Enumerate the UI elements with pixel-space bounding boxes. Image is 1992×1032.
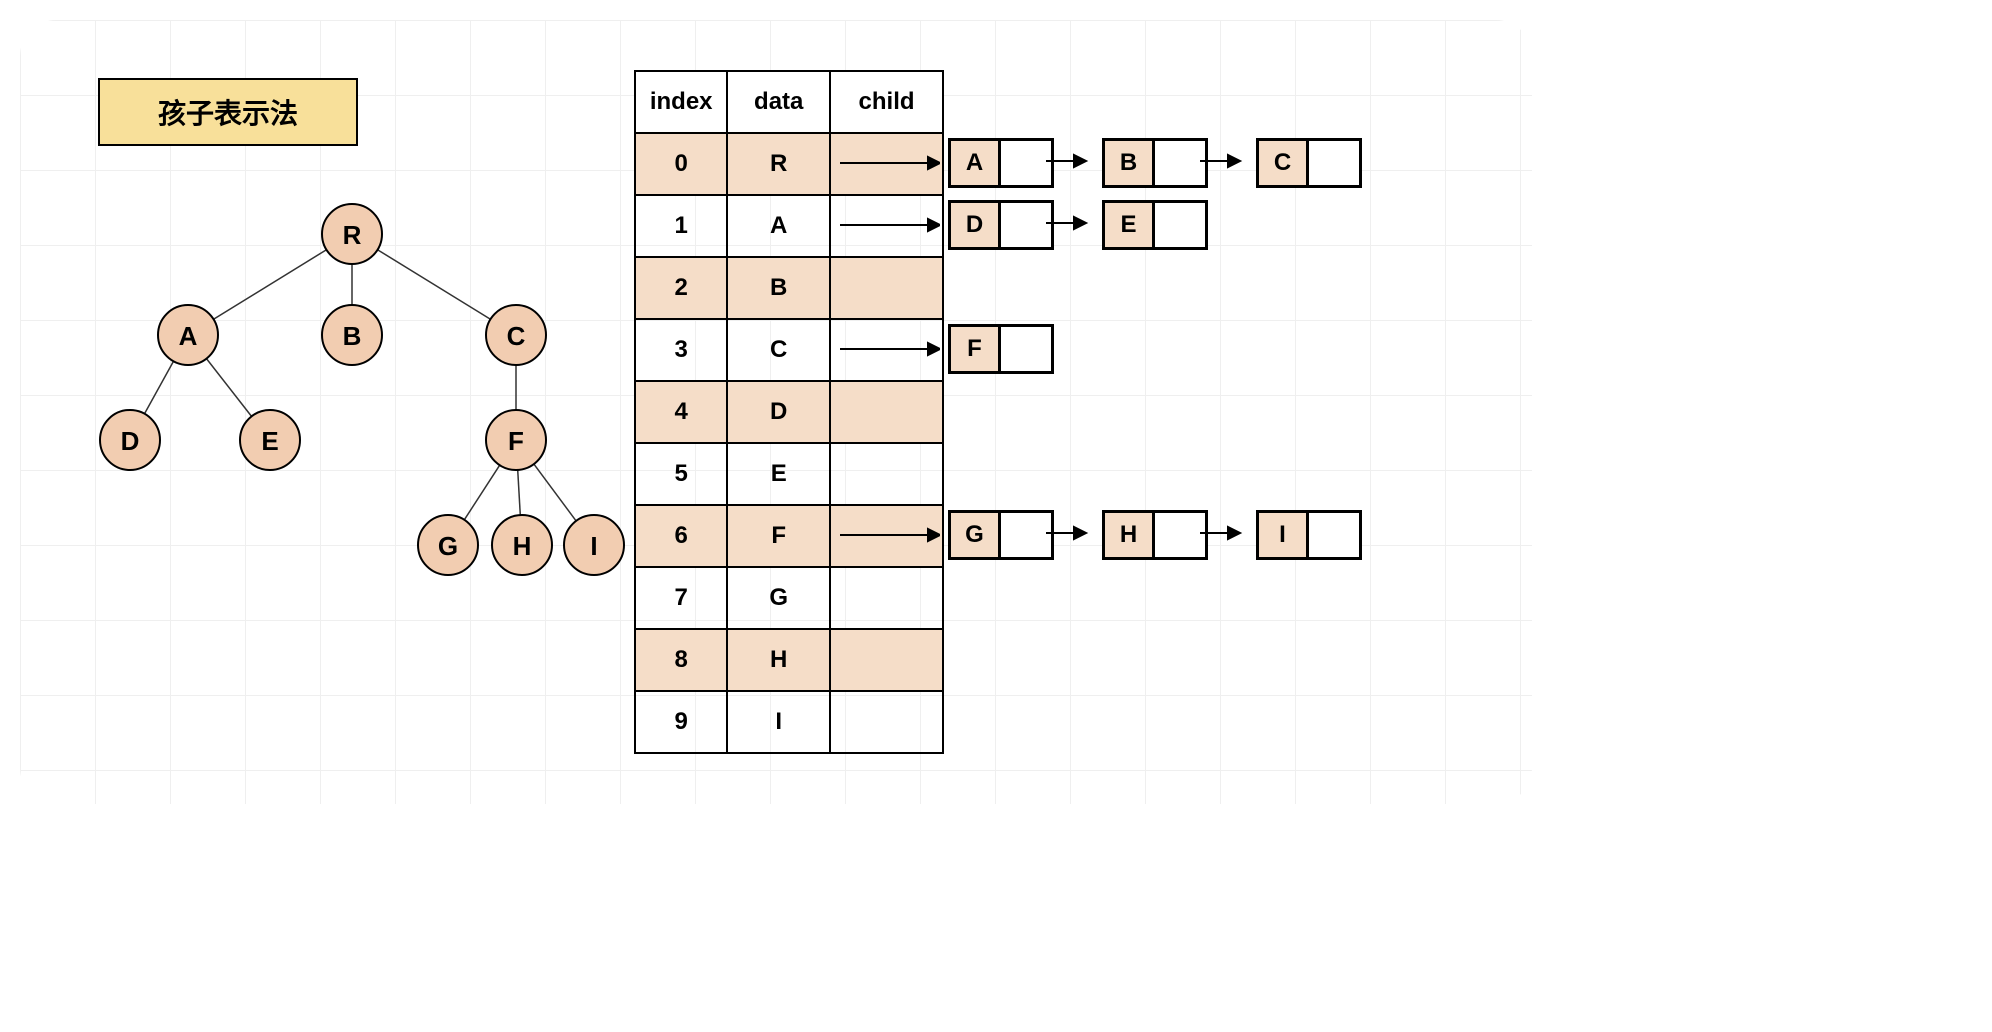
ll-node-data: D <box>951 203 1001 247</box>
child-chain: DE <box>840 194 1208 256</box>
ll-node-next <box>1309 141 1359 185</box>
arrow-icon <box>840 215 940 235</box>
ll-node: E <box>1102 200 1208 250</box>
tree-edge <box>534 464 576 521</box>
tree-node-label-B: B <box>343 321 362 351</box>
cell-index: 4 <box>635 381 727 443</box>
cell-data: H <box>727 629 830 691</box>
ll-node-next <box>1155 203 1205 247</box>
cell-data: A <box>727 195 830 257</box>
ll-node-next <box>1001 203 1051 247</box>
ll-node-data: H <box>1105 513 1155 557</box>
cell-index: 7 <box>635 567 727 629</box>
cell-index: 1 <box>635 195 727 257</box>
arrow-icon <box>1200 153 1248 173</box>
cell-index: 8 <box>635 629 727 691</box>
cell-data: E <box>727 443 830 505</box>
ll-node-data: F <box>951 327 1001 371</box>
cell-index: 3 <box>635 319 727 381</box>
ll-node-next <box>1001 513 1051 557</box>
tree-node-label-H: H <box>513 531 532 561</box>
ll-node: A <box>948 138 1054 188</box>
ll-node-next <box>1001 141 1051 185</box>
tree-edge <box>214 250 327 320</box>
cell-child <box>830 443 943 505</box>
tree-node-label-F: F <box>508 426 524 456</box>
tree-node-label-R: R <box>343 220 362 250</box>
arrow-icon <box>840 525 940 545</box>
child-chain: G H I <box>840 504 1362 566</box>
ll-node-next <box>1001 327 1051 371</box>
tree-edge <box>206 359 251 417</box>
cell-data: B <box>727 257 830 319</box>
tree-edge <box>145 361 174 413</box>
diagram-canvas: 孩子表示法 RABCDEFGHI index data child 0R1A2B… <box>20 20 1532 804</box>
cell-child <box>830 629 943 691</box>
ll-node-data: A <box>951 141 1001 185</box>
ll-node-data: C <box>1259 141 1309 185</box>
tree-node-label-I: I <box>590 531 597 561</box>
tree-node-label-D: D <box>121 426 140 456</box>
ll-node-next <box>1309 513 1359 557</box>
cell-data: D <box>727 381 830 443</box>
child-chain: A B C <box>840 132 1362 194</box>
table-row: 7G <box>635 567 943 629</box>
arrow-icon <box>1046 215 1094 235</box>
arrow-icon <box>1046 153 1094 173</box>
ll-node-data: E <box>1105 203 1155 247</box>
cell-index: 2 <box>635 257 727 319</box>
tree-edge <box>518 470 521 515</box>
cell-index: 6 <box>635 505 727 567</box>
cell-child <box>830 257 943 319</box>
arrow-icon <box>1200 525 1248 545</box>
table-row: 2B <box>635 257 943 319</box>
ll-node: H <box>1102 510 1208 560</box>
cell-child <box>830 567 943 629</box>
table-row: 4D <box>635 381 943 443</box>
tree-node-label-G: G <box>438 531 458 561</box>
tree-node-label-C: C <box>507 321 526 351</box>
title-box: 孩子表示法 <box>98 78 358 146</box>
tree-edge <box>378 250 491 320</box>
table-row: 5E <box>635 443 943 505</box>
cell-index: 0 <box>635 133 727 195</box>
cell-data: C <box>727 319 830 381</box>
cell-data: G <box>727 567 830 629</box>
tree-diagram: R A B C D E F G H I <box>70 170 630 600</box>
ll-node: C <box>1256 138 1362 188</box>
col-index-header: index <box>635 71 727 133</box>
table-row: 8H <box>635 629 943 691</box>
ll-node-data: I <box>1259 513 1309 557</box>
cell-child <box>830 381 943 443</box>
tree-edge <box>464 465 499 520</box>
title-text: 孩子表示法 <box>158 92 298 132</box>
arrow-icon <box>840 153 940 173</box>
ll-node-next <box>1155 513 1205 557</box>
ll-node: D <box>948 200 1054 250</box>
col-child-header: child <box>830 71 943 133</box>
ll-node: F <box>948 324 1054 374</box>
arrow-icon <box>840 339 940 359</box>
ll-node: G <box>948 510 1054 560</box>
ll-node-data: G <box>951 513 1001 557</box>
tree-node-label-A: A <box>179 321 198 351</box>
tree-node-label-E: E <box>261 426 278 456</box>
table-row: 9I <box>635 691 943 753</box>
arrow-icon <box>1046 525 1094 545</box>
ll-node: B <box>1102 138 1208 188</box>
cell-data: R <box>727 133 830 195</box>
ll-node-data: B <box>1105 141 1155 185</box>
child-chain: F <box>840 318 1054 380</box>
cell-child <box>830 691 943 753</box>
col-data-header: data <box>727 71 830 133</box>
ll-node: I <box>1256 510 1362 560</box>
cell-data: F <box>727 505 830 567</box>
cell-index: 9 <box>635 691 727 753</box>
ll-node-next <box>1155 141 1205 185</box>
cell-data: I <box>727 691 830 753</box>
cell-index: 5 <box>635 443 727 505</box>
